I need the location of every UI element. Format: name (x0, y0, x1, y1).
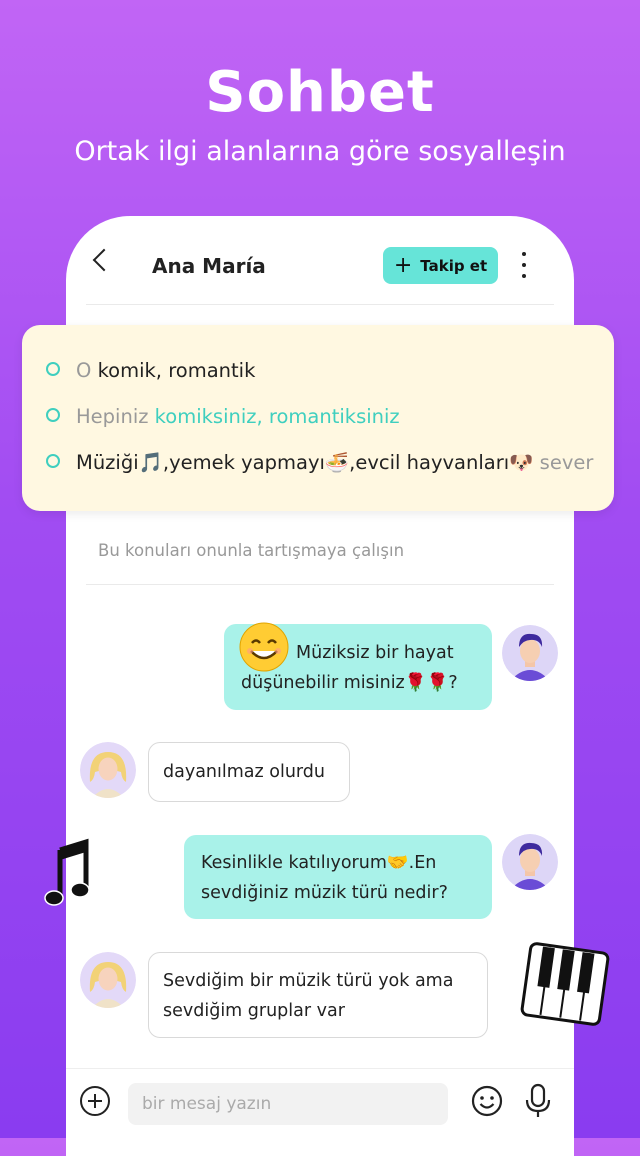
follow-label: Takip et (420, 256, 488, 275)
back-icon[interactable] (92, 248, 116, 272)
tip-suffix: sever (539, 451, 594, 474)
tip-prefix: Hepiniz (76, 405, 149, 428)
music-note-icon (44, 838, 90, 906)
tip-text: Bu konuları onunla tartışmaya çalışın (98, 541, 405, 560)
message-line: Kesinlikle katılıyorum🤝.En (201, 853, 437, 873)
piano-icon (520, 942, 610, 1026)
bullet-icon (46, 408, 60, 422)
divider (86, 304, 554, 305)
message-bubble-outgoing[interactable]: Kesinlikle katılıyorum🤝.En sevdiğiniz mü… (184, 835, 492, 919)
female-avatar[interactable] (80, 742, 136, 798)
message-line: sevdiğiniz müzik türü nedir? (201, 883, 448, 903)
chat-topbar: Ana María + Takip et (66, 216, 574, 306)
message-input-bar (66, 1068, 574, 1156)
page-title: Sohbet (205, 60, 435, 125)
tip-item: Hepiniz komiksiniz, romantiksiniz (46, 405, 400, 428)
male-avatar[interactable] (502, 625, 558, 681)
message-line: Sevdiğim bir müzik türü yok ama (163, 971, 454, 991)
follow-button[interactable]: + Takip et (383, 247, 498, 284)
interests-card: O komik, romantik Hepiniz komiksiniz, ro… (22, 325, 614, 511)
smiling-emoji-icon (239, 622, 289, 672)
female-avatar[interactable] (80, 952, 136, 1008)
message-line: dayanılmaz olurdu (163, 762, 325, 782)
divider (86, 584, 554, 585)
microphone-icon[interactable] (523, 1083, 553, 1119)
message-input[interactable] (128, 1083, 448, 1125)
tip-prefix: O (76, 359, 92, 382)
message-bubble-incoming[interactable]: dayanılmaz olurdu (148, 742, 350, 802)
tip-item: O komik, romantik (46, 359, 255, 382)
bullet-icon (46, 454, 60, 468)
tip-text: Müziği🎵,yemek yapmayı🍜,evcil hayvanları🐶 (76, 451, 534, 474)
smile-icon[interactable] (471, 1085, 503, 1117)
message-line: sevdiğim gruplar var (163, 1001, 345, 1021)
contact-name: Ana María (152, 254, 266, 278)
message-bubble-incoming[interactable]: Sevdiğim bir müzik türü yok ama sevdiğim… (148, 952, 488, 1038)
male-avatar[interactable] (502, 834, 558, 890)
page-subtitle: Ortak ilgi alanlarına göre sosyalleşin (74, 136, 566, 167)
tip-text: komiksiniz, romantiksiniz (154, 405, 400, 428)
add-icon[interactable] (80, 1086, 110, 1116)
more-icon[interactable] (520, 252, 528, 282)
plus-icon: + (393, 252, 413, 278)
tip-item: Müziği🎵,yemek yapmayı🍜,evcil hayvanları🐶… (46, 451, 593, 474)
tip-text: komik, romantik (97, 359, 256, 382)
bullet-icon (46, 362, 60, 376)
